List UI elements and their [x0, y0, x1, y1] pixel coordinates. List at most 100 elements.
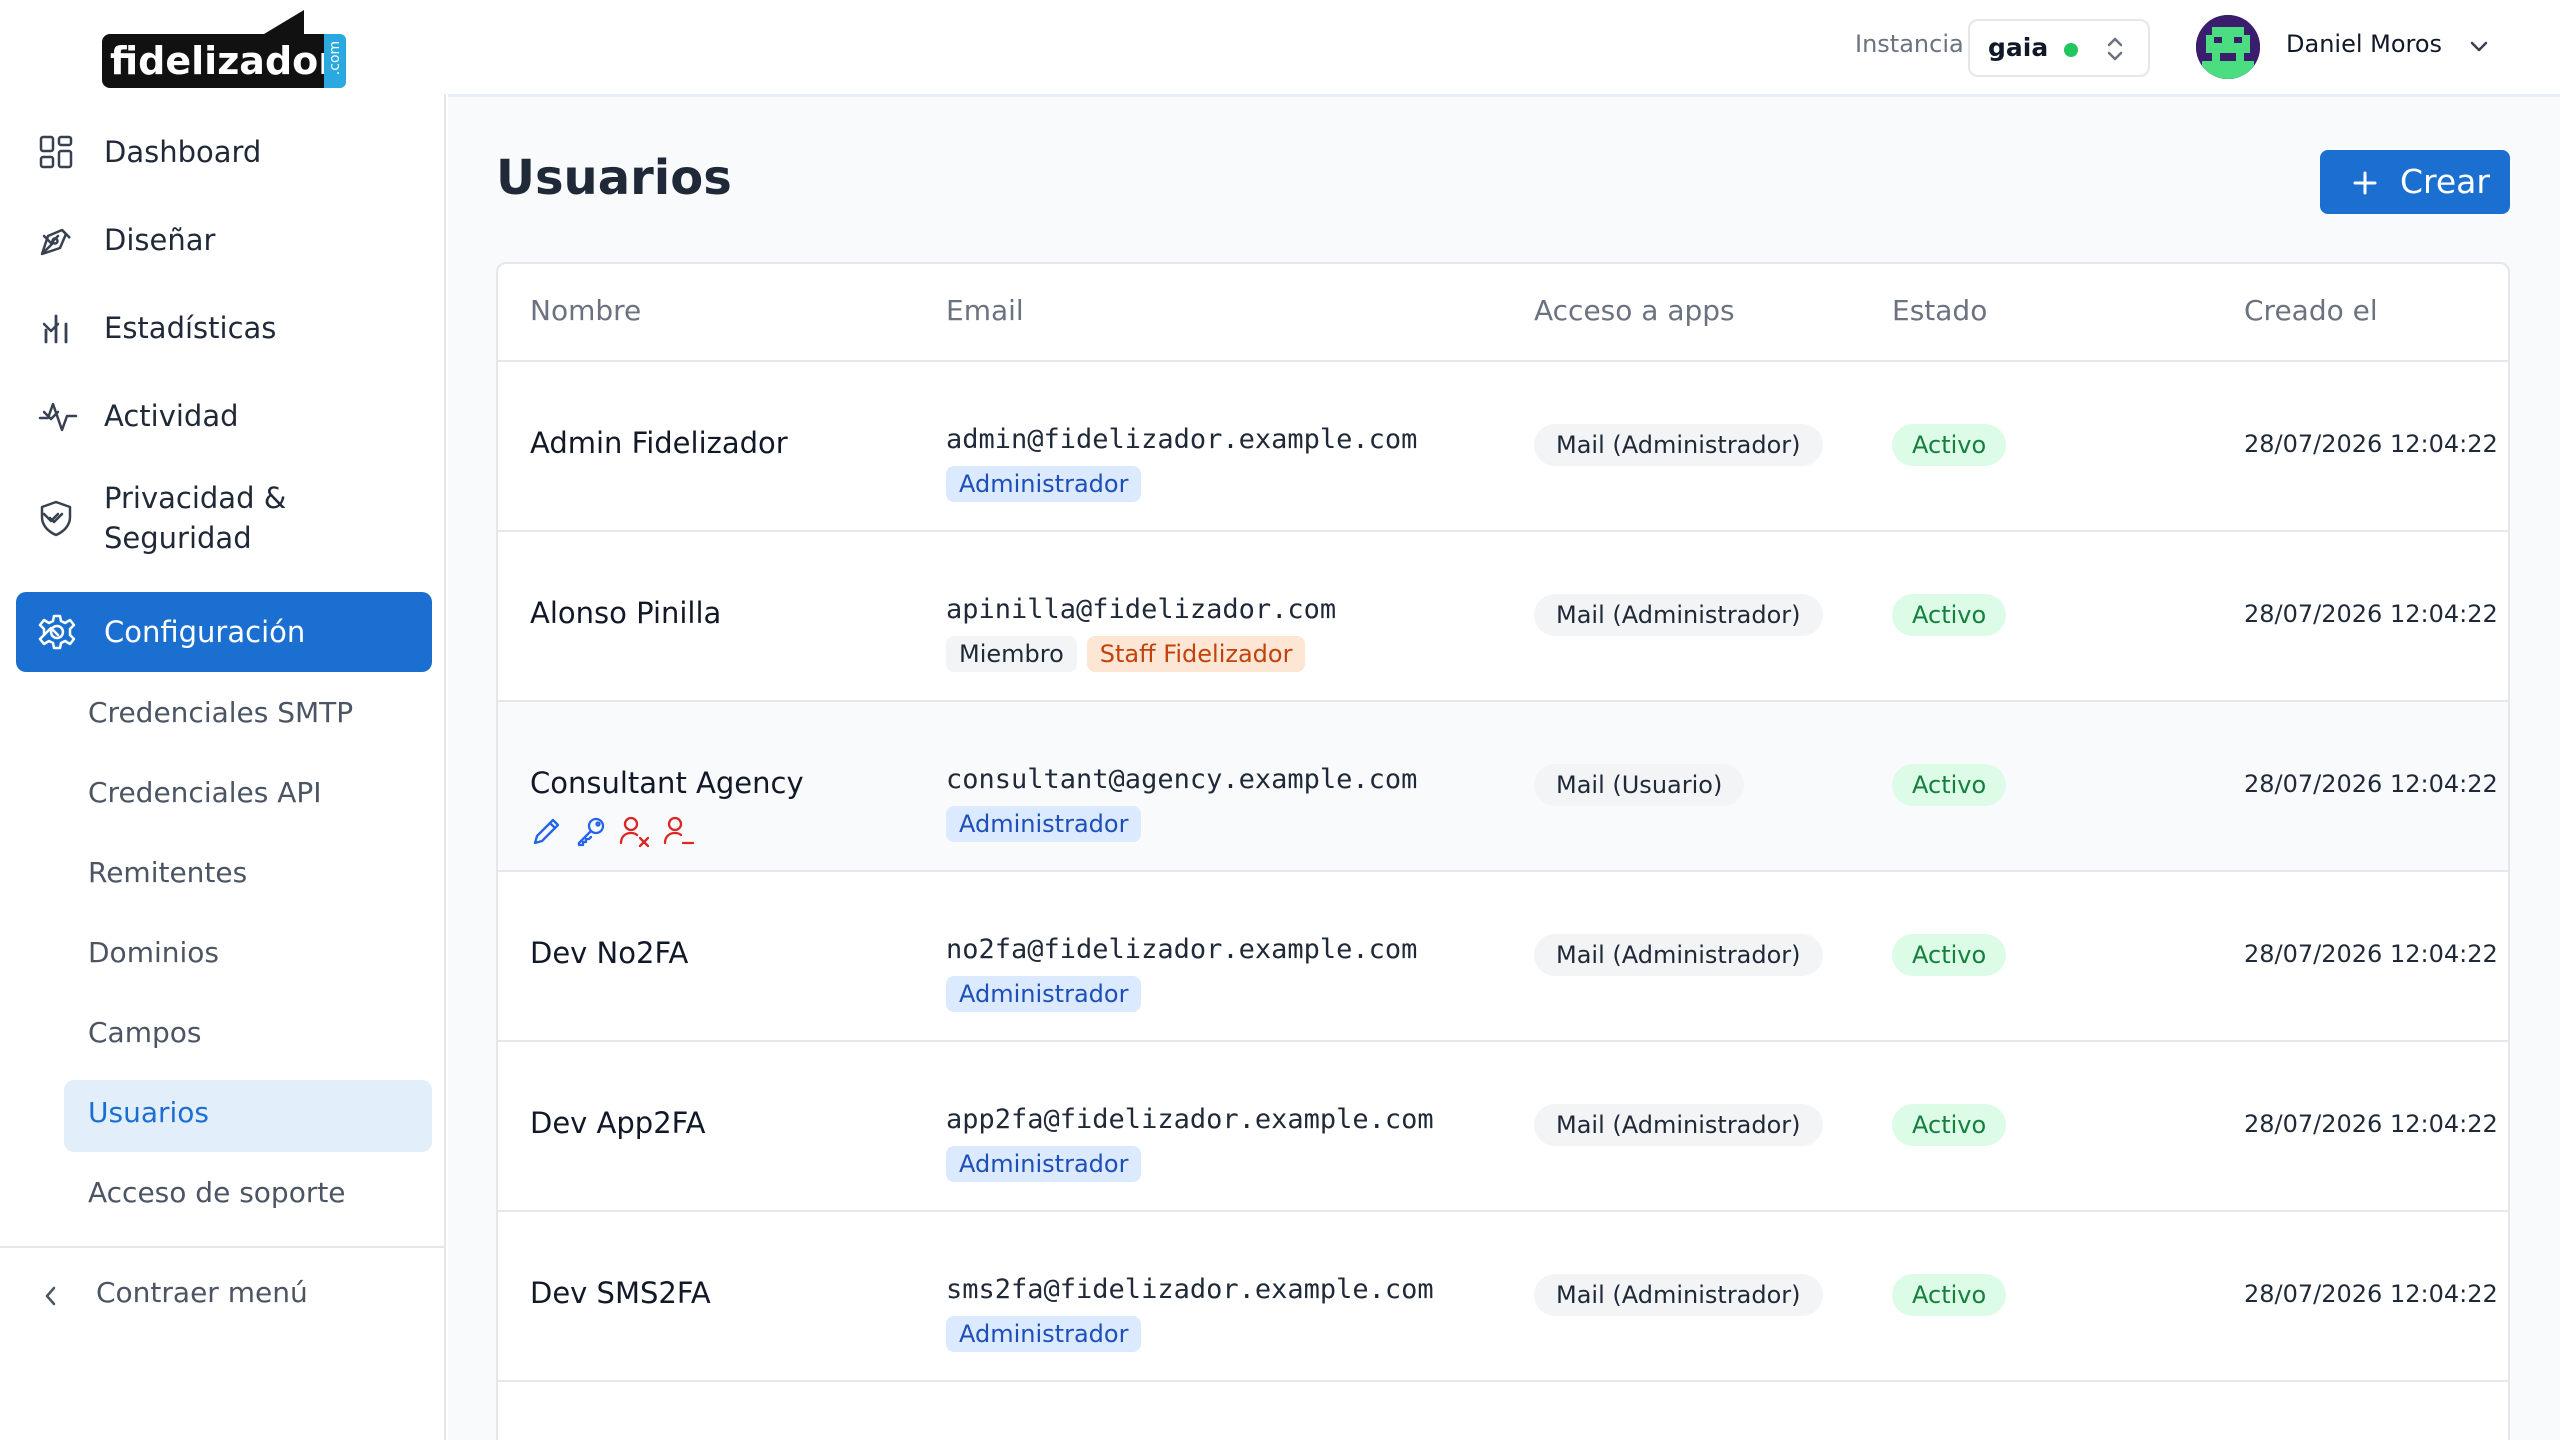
- collapse-menu-button[interactable]: Contraer menú: [16, 1260, 432, 1332]
- app-access-pill: Mail (Administrador): [1534, 1104, 1823, 1146]
- app-access-pill: Mail (Usuario): [1534, 764, 1745, 806]
- sidebar-item-disenar[interactable]: Diseñar: [16, 200, 432, 280]
- create-button-label: Crear: [2400, 162, 2490, 201]
- table-header: Nombre Email Acceso a apps Estado Creado…: [498, 264, 2508, 362]
- user-name-cell: Dev App2FA: [530, 1106, 706, 1140]
- status-badge: Activo: [1892, 1274, 2007, 1316]
- key-icon[interactable]: [574, 814, 608, 848]
- row-actions: [530, 814, 696, 848]
- sidebar-item-configuracion[interactable]: Configuración: [16, 592, 432, 672]
- chevron-down-icon: [38, 227, 406, 253]
- chevron-up-down-icon: [2104, 34, 2126, 64]
- table-row[interactable]: Dev SMS2FA sms2fa@fidelizador.example.co…: [498, 1212, 2508, 1382]
- role-badges: Administrador: [946, 806, 1142, 842]
- sidebar-divider: [0, 1246, 444, 1248]
- column-header-nombre[interactable]: Nombre: [530, 294, 641, 327]
- sidebar-item-dashboard[interactable]: Dashboard: [16, 112, 432, 192]
- table-row[interactable]: Dev No2FA no2fa@fidelizador.example.com …: [498, 872, 2508, 1042]
- user-name[interactable]: Daniel Moros: [2286, 30, 2442, 58]
- created-date-cell: 28/07/2026 12:04:22: [2244, 940, 2498, 968]
- plus-icon: [2352, 170, 2378, 196]
- logo-suffix: .com: [327, 40, 343, 76]
- sidebar-subitem-label: Remitentes: [88, 856, 248, 889]
- sidebar-subitem-label: Dominios: [88, 936, 219, 969]
- created-date-cell: 28/07/2026 12:04:22: [2244, 600, 2498, 628]
- status-badge: Activo: [1892, 594, 2007, 636]
- chevron-down-icon: [38, 505, 406, 531]
- user-email-cell: sms2fa@fidelizador.example.com: [946, 1274, 1434, 1305]
- avatar[interactable]: [2196, 15, 2260, 79]
- sidebar-subitem-remitentes[interactable]: Remitentes: [64, 840, 432, 912]
- sidebar: Dashboard Diseñar Estadísticas Actividad…: [0, 94, 446, 1440]
- role-badge: Miembro: [946, 636, 1077, 672]
- status-badge: Activo: [1892, 764, 2007, 806]
- role-badge: Administrador: [946, 976, 1142, 1012]
- user-name-cell: Consultant Agency: [530, 766, 804, 800]
- role-badges: Administrador: [946, 976, 1142, 1012]
- user-email-cell: admin@fidelizador.example.com: [946, 424, 1418, 455]
- create-button[interactable]: Crear: [2320, 150, 2510, 214]
- instancia-value: gaia: [1988, 33, 2049, 62]
- status-badge: Activo: [1892, 424, 2007, 466]
- sidebar-subitem-label: Acceso de soporte: [88, 1176, 346, 1209]
- table-row[interactable]: Alonso Pinilla apinilla@fidelizador.com …: [498, 532, 2508, 702]
- sidebar-item-label: Dashboard: [104, 135, 262, 169]
- logo-flag: [264, 10, 304, 34]
- chevron-left-icon: [38, 1282, 64, 1310]
- sidebar-subitem-dominios[interactable]: Dominios: [64, 920, 432, 992]
- instancia-label: Instancia: [1855, 30, 1964, 58]
- user-name-cell: Dev No2FA: [530, 936, 689, 970]
- role-badge: Administrador: [946, 1316, 1142, 1352]
- edit-pencil-icon[interactable]: [530, 814, 564, 848]
- sidebar-subitem-label: Campos: [88, 1016, 202, 1049]
- created-date-cell: 28/07/2026 12:04:22: [2244, 1280, 2498, 1308]
- logo-suffix-box: .com: [324, 34, 346, 88]
- sidebar-item-estadisticas[interactable]: Estadísticas: [16, 288, 432, 368]
- sidebar-item-privacidad[interactable]: Privacidad & Seguridad: [16, 468, 432, 568]
- sidebar-subitem-credenciales-api[interactable]: Credenciales API: [64, 760, 432, 832]
- role-badge: Administrador: [946, 466, 1142, 502]
- column-header-creado[interactable]: Creado el: [2244, 294, 2378, 327]
- sidebar-subitem-campos[interactable]: Campos: [64, 1000, 432, 1072]
- user-email-cell: apinilla@fidelizador.com: [946, 594, 1337, 625]
- sidebar-item-actividad[interactable]: Actividad: [16, 376, 432, 456]
- user-email-cell: app2fa@fidelizador.example.com: [946, 1104, 1434, 1135]
- collapse-menu-label: Contraer menú: [96, 1276, 308, 1309]
- role-badge: Administrador: [946, 1146, 1142, 1182]
- column-header-estado[interactable]: Estado: [1892, 294, 1987, 327]
- app-access-pill: Mail (Administrador): [1534, 1274, 1823, 1316]
- sidebar-subitem-usuarios[interactable]: Usuarios: [64, 1080, 432, 1152]
- users-table: Nombre Email Acceso a apps Estado Creado…: [496, 262, 2510, 1440]
- table-row[interactable]: Dev App2FA app2fa@fidelizador.example.co…: [498, 1042, 2508, 1212]
- role-badges: Administrador: [946, 466, 1142, 502]
- instancia-select[interactable]: gaia: [1968, 19, 2150, 77]
- sidebar-subitem-label: Credenciales API: [88, 776, 322, 809]
- created-date-cell: 28/07/2026 12:04:22: [2244, 1110, 2498, 1138]
- page-title: Usuarios: [496, 150, 732, 206]
- table-row[interactable]: Consultant Agency consultant@agency.exam…: [498, 702, 2508, 872]
- role-badge: Administrador: [946, 806, 1142, 842]
- user-remove-icon[interactable]: [662, 814, 696, 848]
- app-access-pill: Mail (Administrador): [1534, 594, 1823, 636]
- chevron-up-icon: [38, 619, 406, 645]
- app-logo[interactable]: fidelizador .com: [102, 8, 346, 88]
- column-header-acceso[interactable]: Acceso a apps: [1534, 294, 1735, 327]
- role-badges: Administrador: [946, 1316, 1142, 1352]
- column-header-email[interactable]: Email: [946, 294, 1024, 327]
- user-name-cell: Admin Fidelizador: [530, 426, 788, 460]
- user-disable-icon[interactable]: [618, 814, 652, 848]
- status-dot-icon: [2064, 43, 2078, 57]
- sidebar-subitem-label: Credenciales SMTP: [88, 696, 354, 729]
- status-badge: Activo: [1892, 934, 2007, 976]
- dashboard-icon: [38, 134, 74, 170]
- sidebar-subitem-label: Usuarios: [88, 1096, 209, 1129]
- role-badges: Administrador: [946, 1146, 1142, 1182]
- sidebar-subitem-acceso-soporte[interactable]: Acceso de soporte: [64, 1160, 432, 1232]
- chevron-down-icon: [38, 315, 406, 341]
- sidebar-subitem-credenciales-smtp[interactable]: Credenciales SMTP: [64, 680, 432, 752]
- user-name-cell: Dev SMS2FA: [530, 1276, 711, 1310]
- table-row[interactable]: Admin Fidelizador admin@fidelizador.exam…: [498, 362, 2508, 532]
- role-badges: Miembro Staff Fidelizador: [946, 636, 1306, 672]
- chevron-down-icon[interactable]: [2466, 34, 2492, 60]
- chevron-down-icon: [38, 403, 406, 429]
